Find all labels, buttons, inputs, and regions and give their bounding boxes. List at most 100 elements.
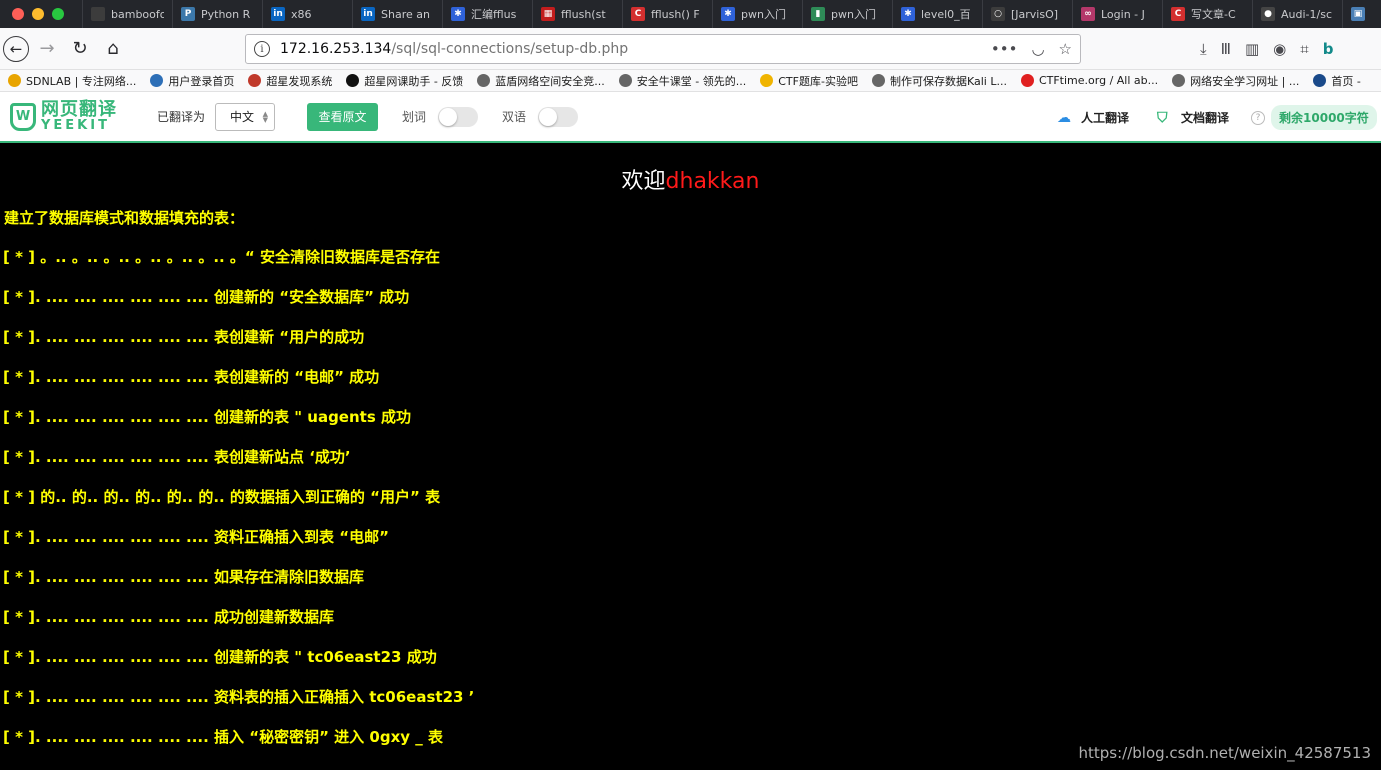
tab-favicon-icon: C (1171, 7, 1185, 21)
library-icon[interactable]: Ⅲ (1221, 40, 1231, 58)
tab-title: [JarvisO] (1011, 7, 1059, 21)
bookmark-item[interactable]: 首页 - (1313, 73, 1361, 89)
bookmark-item[interactable]: 超星网课助手 - 反馈 (346, 73, 463, 89)
bookmark-title: 安全牛课堂 - 领先的... (636, 74, 747, 88)
browser-tab[interactable]: in x86 (262, 0, 352, 28)
doc-translation-button[interactable]: ⛉ 文档翻译 (1157, 109, 1229, 126)
pocket-icon[interactable]: ◡ (1031, 40, 1044, 58)
bilingual-toggle[interactable] (538, 106, 579, 127)
tab-title: 汇编fflus (471, 8, 517, 21)
tab-title: pwn入门 (741, 8, 786, 21)
screenshot-icon[interactable]: ⌗ (1300, 40, 1308, 58)
tab-favicon-icon: ∞ (1081, 7, 1095, 21)
welcome-username: dhakkan (665, 169, 760, 194)
reload-button[interactable]: ↻ (65, 34, 95, 64)
log-line: [ * ]. .... .... .... .... .... .... 成功创… (3, 608, 335, 626)
browser-tab[interactable]: ▦ fflush(st (532, 0, 622, 28)
help-icon[interactable]: ? (1251, 110, 1266, 125)
tab-title: x86 (291, 7, 312, 21)
translation-toolbar: W 网页翻译 YEEKIT 已翻译为 中文 ▲ ▼ 查看原文 划词 双语 ☁ 人工… (0, 92, 1381, 143)
browser-tab[interactable]: ✱ 汇编fflus (442, 0, 532, 28)
url-host: 172.16.253.134 (280, 41, 392, 57)
site-info-icon[interactable]: i (254, 41, 270, 57)
browser-tab[interactable]: C 写文章-C (1162, 0, 1252, 28)
browser-tab[interactable]: ● Audi-1/sc (1252, 0, 1342, 28)
browser-tab[interactable]: bamboofox o (82, 0, 172, 28)
select-arrows-icon: ▲ ▼ (262, 109, 269, 124)
tab-favicon-icon: ✱ (901, 7, 915, 21)
download-icon[interactable]: ⤓ (1200, 40, 1207, 58)
maximize-window-button[interactable] (52, 8, 64, 20)
welcome-heading: 欢迎dhakkan (0, 163, 1381, 195)
bookmark-favicon-icon (150, 74, 164, 87)
log-line: [ * ]. .... .... .... .... .... .... 表创建… (3, 448, 351, 466)
browser-tab[interactable]: in Share an (352, 0, 442, 28)
browser-tab[interactable]: Cfflush() F (622, 0, 712, 28)
tab-favicon-icon: C (631, 7, 645, 21)
tab-favicon-icon: in (271, 7, 285, 21)
bookmark-item[interactable]: CTFtime.org / All ab... (1020, 74, 1158, 87)
bing-icon[interactable]: b (1323, 40, 1334, 58)
log-line: [ * ]. .... .... .... .... .... .... 表创建… (3, 368, 380, 386)
log-line: [ * ]. .... .... .... .... .... .... 如果存… (3, 568, 365, 586)
log-line: [ * ] 的.. 的.. 的.. 的.. 的.. 的.. 的数据插入到正确的 … (3, 488, 441, 506)
tabs: bamboofox o P Python R in x86 in Share an ✱ 汇编ff… (82, 0, 1381, 28)
bilingual-label: 双语 (502, 110, 527, 124)
tab-title: 写文章-C (1191, 8, 1236, 21)
human-translation-button[interactable]: ☁ 人工翻译 (1057, 109, 1129, 126)
back-button[interactable]: ← (3, 35, 29, 62)
bookmark-title: 蓝盾网络空间安全竞... (495, 74, 605, 88)
browser-tab[interactable]: ○ [JarvisO] (982, 0, 1072, 28)
bookmark-item[interactable]: CTF题库-实验吧 (760, 73, 858, 89)
doc-translation-label: 文档翻译 (1181, 111, 1230, 125)
tab-title: fflush() F (651, 7, 700, 21)
bookmark-favicon-icon (8, 74, 21, 87)
browser-tab[interactable]: ∞ Login - J (1072, 0, 1162, 28)
view-original-button[interactable]: 查看原文 (307, 102, 379, 131)
browser-tab[interactable]: ▣ (1342, 0, 1381, 28)
bookmark-title: 超星发现系统 (266, 74, 333, 88)
toggle-knob (539, 107, 558, 126)
page-actions-icon[interactable]: ••• (991, 40, 1018, 58)
bookmark-item[interactable]: 用户登录首页 (150, 73, 234, 89)
browser-tab[interactable]: ✱ pwn入门 (712, 0, 802, 28)
word-pick-toggle[interactable] (438, 106, 479, 127)
tab-favicon-icon: ▣ (1351, 7, 1365, 21)
browser-tab[interactable]: P Python R (172, 0, 262, 28)
account-icon[interactable]: ◉ (1273, 40, 1286, 58)
bookmark-favicon-icon (477, 74, 491, 87)
bookmark-favicon-icon (346, 74, 360, 87)
bookmark-favicon-icon (618, 74, 632, 87)
close-window-button[interactable] (12, 8, 24, 20)
translator-actions: ☁ 人工翻译 ⛉ 文档翻译 ? 剩余10000字符 (1057, 92, 1377, 143)
bookmark-item[interactable]: 超星发现系统 (248, 73, 332, 89)
bookmark-item[interactable]: 安全牛课堂 - 领先的... (618, 73, 747, 89)
tab-favicon-icon: ● (1261, 7, 1275, 21)
toggle-knob (439, 107, 458, 126)
log-line: [ * ]. .... .... .... .... .... .... 资料表… (3, 688, 475, 706)
url-bar[interactable]: i 172.16.253.134/sql/sql-connections/set… (245, 34, 1081, 64)
translated-to-label: 已翻译为 (157, 110, 206, 124)
browser-tab[interactable]: ✱ level0_百 (892, 0, 982, 28)
browser-tab[interactable]: ▮ pwn入门 (802, 0, 892, 28)
tab-title: Python R (201, 7, 251, 21)
bookmark-item[interactable]: 网络安全学习网址 | ... (1172, 73, 1299, 89)
minimize-window-button[interactable] (32, 8, 44, 20)
log-line: [ * ]. .... .... .... .... .... .... 创建新… (3, 648, 437, 666)
url-path: /sql/sql-connections/setup-db.php (391, 41, 629, 57)
bookmark-title: 超星网课助手 - 反馈 (364, 74, 464, 88)
bookmark-favicon-icon (1020, 74, 1034, 87)
sidebar-icon[interactable]: ▥ (1245, 40, 1259, 58)
language-select[interactable]: 中文 ▲ ▼ (215, 102, 276, 131)
bookmark-title: 首页 - (1331, 74, 1361, 88)
bookmark-item[interactable]: 蓝盾网络空间安全竞... (477, 73, 605, 89)
home-button[interactable]: ⌂ (98, 34, 128, 64)
bookmark-favicon-icon (760, 74, 774, 87)
welcome-prefix: 欢迎 (621, 169, 666, 194)
bookmark-title: SDNLAB | 专注网络... (26, 74, 137, 88)
log-line: [ * ]. .... .... .... .... .... .... 创建新… (3, 288, 410, 306)
forward-button[interactable]: → (32, 34, 62, 64)
bookmark-item[interactable]: 制作可保存数据Kali L... (871, 73, 1007, 89)
bookmark-star-icon[interactable]: ☆ (1059, 40, 1072, 58)
bookmark-item[interactable]: SDNLAB | 专注网络... (8, 73, 136, 89)
